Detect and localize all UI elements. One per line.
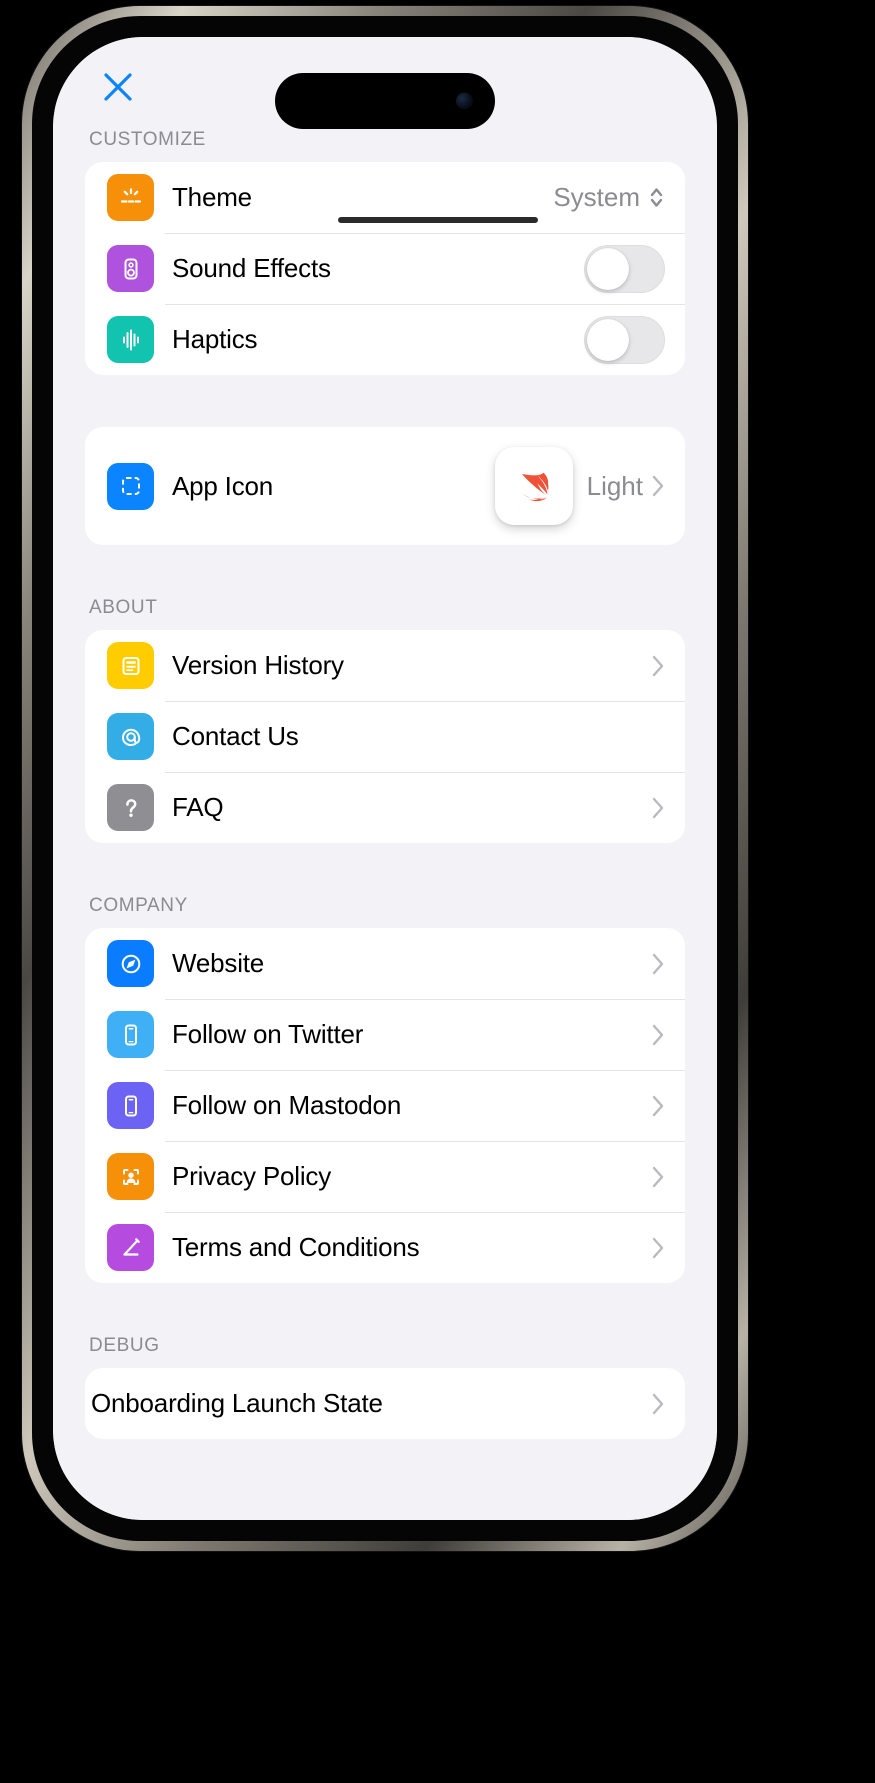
toggle-knob [587,247,629,290]
chevron-right-icon[interactable] [651,1236,665,1260]
iphone-icon [107,1082,154,1129]
faceid-person-icon [107,1153,154,1200]
row-follow-mastodon[interactable]: Follow on Mastodon [85,1070,685,1141]
haptics-toggle[interactable] [584,315,665,364]
chevron-right-icon[interactable] [651,796,665,820]
phone-bezel: Settings CUSTOMIZE [32,16,738,1541]
section-header-debug: DEBUG [89,1335,160,1356]
settings-sheet: Settings CUSTOMIZE [53,37,717,1520]
document-list-icon [107,642,154,689]
row-website[interactable]: Website [85,928,685,999]
at-sign-icon [107,713,154,760]
front-camera-icon [456,92,473,110]
question-mark-icon [107,784,154,831]
section-header-customize: CUSTOMIZE [89,129,206,150]
row-app-icon[interactable]: App Icon Light [85,427,685,545]
customize-card: Theme System Sound Effects Haptics [85,162,685,375]
theme-value: System [553,182,640,212]
chevron-up-down-icon[interactable] [648,184,665,211]
row-sound-effects[interactable]: Sound Effects [85,233,685,304]
row-version-history[interactable]: Version History [85,630,685,701]
settings-scroll-area[interactable]: CUSTOMIZE Theme System Sound Effects Hap… [53,129,717,1520]
row-follow-twitter[interactable]: Follow on Twitter [85,999,685,1070]
row-label: Privacy Policy [172,1161,332,1191]
row-label: Follow on Twitter [172,1019,364,1049]
iphone-icon [107,1011,154,1058]
section-header-about: ABOUT [89,597,158,618]
safari-compass-icon [107,940,154,987]
device-frame: Settings CUSTOMIZE [0,0,875,1783]
swift-bird-icon [520,472,549,502]
row-haptics[interactable]: Haptics [85,304,685,375]
chevron-right-icon[interactable] [651,952,665,976]
pencil-signature-icon [107,1224,154,1271]
row-faq[interactable]: FAQ [85,772,685,843]
row-onboarding-launch-state[interactable]: Onboarding Launch State [85,1368,685,1439]
row-privacy-policy[interactable]: Privacy Policy [85,1141,685,1212]
row-label: Version History [172,650,344,680]
chevron-right-icon[interactable] [651,1023,665,1047]
phone-screen: Settings CUSTOMIZE [53,37,717,1520]
toggle-knob [587,318,629,361]
row-label: Website [172,948,265,978]
speaker-icon [107,245,154,292]
debug-card: Onboarding Launch State [85,1368,685,1439]
row-label: Haptics [172,324,258,354]
chevron-right-icon[interactable] [651,1165,665,1189]
row-label: Sound Effects [172,253,331,283]
phone-chassis: Settings CUSTOMIZE [22,6,748,1551]
dynamic-island [275,73,495,129]
section-header-company: COMPANY [89,895,188,916]
row-label: Onboarding Launch State [91,1388,383,1418]
row-label: Contact Us [172,721,299,751]
app-icon-card: App Icon Light [85,427,685,545]
row-label: Theme [172,182,252,212]
row-contact-us[interactable]: Contact Us [85,701,685,772]
company-card: Website Follow on Twitter Follow on Mast… [85,928,685,1283]
app-icon-preview[interactable] [494,447,573,525]
chevron-right-icon[interactable] [651,1392,665,1416]
about-card: Version History Contact Us FAQ [85,630,685,843]
row-label: App Icon [172,470,274,501]
chevron-right-icon[interactable] [651,654,665,678]
app-icon-value: Light [586,470,643,501]
sun-brightness-icon [107,174,154,221]
sound-effects-toggle[interactable] [584,244,665,293]
row-label: Terms and Conditions [172,1232,420,1262]
row-label: Follow on Mastodon [172,1090,402,1120]
chevron-right-icon[interactable] [651,474,665,498]
home-indicator [337,217,538,223]
waveform-icon [107,316,154,363]
app-icon-frame-icon [107,462,154,510]
row-label: FAQ [172,792,224,822]
row-terms-conditions[interactable]: Terms and Conditions [85,1212,685,1283]
chevron-right-icon[interactable] [651,1094,665,1118]
